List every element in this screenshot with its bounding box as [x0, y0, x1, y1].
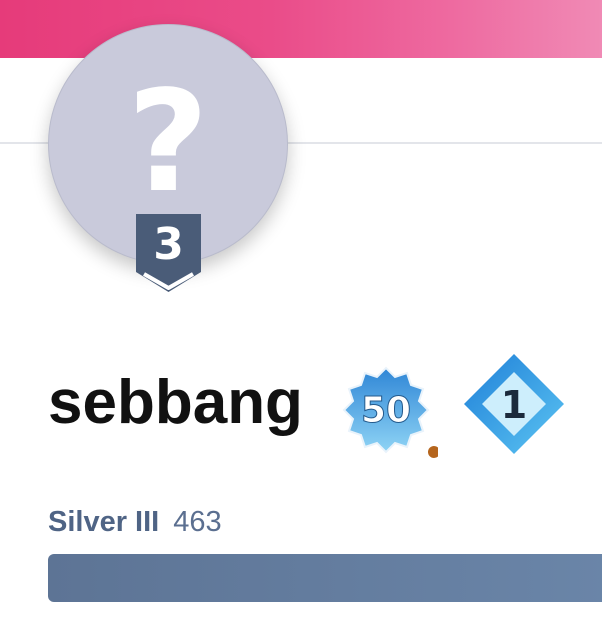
level-number: 3 — [153, 219, 184, 270]
header-banner — [0, 0, 602, 58]
streak-value: 50 — [361, 390, 411, 431]
username: sebbang — [48, 368, 303, 437]
rank-progress-bar — [48, 554, 602, 602]
rank-progress-fill — [48, 554, 602, 602]
unknown-avatar-icon: ? — [127, 61, 209, 224]
gem-badge[interactable]: 1 — [462, 352, 566, 456]
rank-info: Silver III 463 — [48, 504, 222, 540]
streak-indicator-dot — [428, 446, 438, 458]
streak-badge[interactable]: 50 — [334, 358, 438, 462]
rank-name: Silver III — [48, 506, 160, 538]
rank-points: 463 — [173, 506, 222, 538]
gem-value: 1 — [501, 383, 527, 427]
